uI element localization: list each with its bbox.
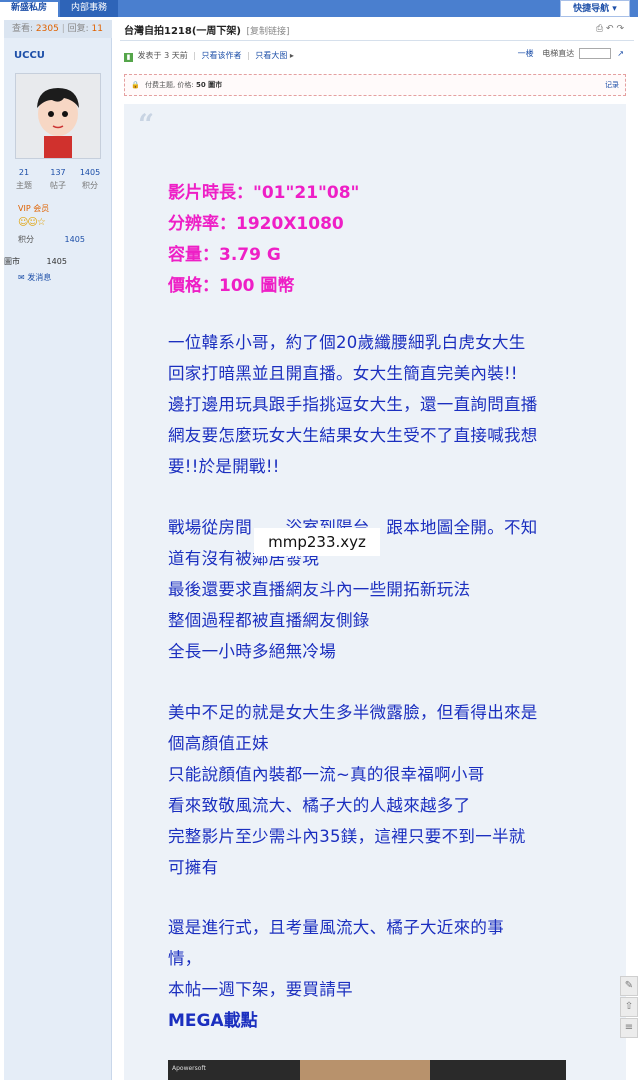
- watermark-label: mmp233.xyz: [254, 528, 380, 556]
- paid-topic-amount: 50 圖市: [196, 81, 223, 89]
- replies-count: 11: [91, 24, 103, 34]
- back-to-top-icon[interactable]: ⇧: [620, 997, 638, 1017]
- body-line: 要!!於是開戰!!: [168, 457, 280, 476]
- replies-label: 回复:: [67, 24, 89, 34]
- send-message-link[interactable]: ✉ 发消息: [18, 272, 51, 283]
- body-line: 網友要怎麼玩女大生結果女大生受不了直接喊我想: [168, 426, 538, 445]
- thread-title: 台灣自拍1218(一周下架) [复制链接]: [124, 22, 290, 37]
- floor-jump: 一楼 电梯直达 ↗: [518, 48, 624, 59]
- quick-nav-button[interactable]: 快捷导航 ▾: [560, 0, 630, 17]
- lock-icon: 🔒: [131, 81, 140, 89]
- post-time: 发表于 3 天前: [137, 51, 188, 60]
- purchase-record-link[interactable]: 记录: [605, 75, 619, 95]
- copy-link-button[interactable]: [复制链接]: [246, 27, 289, 37]
- stats-separator: |: [61, 24, 65, 34]
- video-preview-image[interactable]: Apowersoft: [168, 1060, 566, 1080]
- info-resolution: 分辨率：1920X1080: [168, 214, 344, 234]
- online-status-icon: ▮: [124, 53, 133, 62]
- message-icon: ✉: [18, 273, 25, 282]
- next-thread-icon[interactable]: ↷: [616, 24, 624, 34]
- meta-separator: |: [247, 51, 250, 60]
- top-nav-bar: 新盛私房 内部事務 快捷导航 ▾: [0, 0, 638, 17]
- jump-label: 电梯直达: [542, 49, 575, 58]
- info-size: 容量：3.79 G: [168, 245, 281, 265]
- send-message-label: 发消息: [27, 273, 52, 282]
- arrow-right-icon: ▸: [289, 51, 294, 60]
- paid-topic-notice: 🔒 付费主题, 价格: 50 圖市 记录: [124, 74, 626, 96]
- stat-posts-value: 137: [50, 168, 66, 177]
- prev-thread-icon[interactable]: ↶: [606, 24, 614, 34]
- body-line: 還是進行式，且考量風流大、橘子大近來的事: [168, 918, 504, 937]
- coin-label: 圖市: [4, 257, 20, 266]
- stat-threads-label: 主题: [16, 181, 32, 190]
- preview-frame: [300, 1060, 430, 1080]
- quote-icon: “: [138, 108, 155, 141]
- stat-points[interactable]: 1405 积分: [76, 168, 104, 191]
- stat-threads-value: 21: [18, 168, 30, 177]
- credit-row: 积分 1405: [18, 234, 85, 245]
- info-duration: 影片時長："01"21"08": [168, 183, 360, 203]
- mega-download-link[interactable]: MEGA載點: [168, 1006, 258, 1031]
- coin-row: 圖市 1405: [4, 256, 67, 267]
- info-price: 價格：100 圖幣: [168, 276, 295, 296]
- stat-points-value: 1405: [79, 168, 101, 177]
- body-line: 只能說顏值內裝都一流~真的很幸福啊小哥: [168, 765, 485, 784]
- tab-xinsheng[interactable]: 新盛私房: [0, 0, 58, 17]
- meta-separator: |: [193, 51, 196, 60]
- thread-stats: 查看: 2305 | 回复: 11: [4, 20, 112, 38]
- thread-title-text: 台灣自拍1218(一周下架): [124, 26, 241, 37]
- body-line: 美中不足的就是女大生多半微露臉，但看得出來是: [168, 703, 538, 722]
- coin-value: 1405: [46, 257, 67, 266]
- print-icon[interactable]: ⎙: [596, 24, 603, 34]
- author-username[interactable]: UCCU: [14, 50, 45, 61]
- credit-value: 1405: [64, 235, 85, 244]
- tab-internal[interactable]: 内部事務: [60, 0, 118, 17]
- only-author-link[interactable]: 只看该作者: [202, 51, 242, 60]
- only-big-images-link[interactable]: 只看大图: [255, 51, 287, 60]
- floor-label[interactable]: 一楼: [518, 49, 534, 58]
- list-icon[interactable]: ≡: [620, 1018, 638, 1038]
- body-line: 看來致敬風流大、橘子大的人越來越多了: [168, 796, 471, 815]
- jump-input[interactable]: [578, 48, 611, 59]
- stat-threads[interactable]: 21 主题: [10, 168, 38, 191]
- avatar[interactable]: [15, 73, 101, 159]
- body-line: 一位韓系小哥，約了個20歲纖腰細乳白虎女大生: [168, 333, 526, 352]
- preview-chip: Apowersoft: [172, 1065, 206, 1072]
- body-line: 最後還要求直播網友斗內一些開拓新玩法: [168, 580, 471, 599]
- stat-posts[interactable]: 137 帖子: [44, 168, 72, 191]
- avatar-image: [16, 74, 100, 158]
- credit-label: 积分: [18, 235, 34, 244]
- post-meta: ▮ 发表于 3 天前 | 只看该作者 | 只看大图 ▸: [124, 50, 294, 62]
- body-line: 全長一小時多絕無冷場: [168, 642, 336, 661]
- vip-badge[interactable]: VIP 会员: [18, 203, 49, 214]
- stat-posts-label: 帖子: [50, 181, 66, 190]
- body-line: 情，: [168, 949, 202, 968]
- body-line: 邊打邊用玩具跟手指挑逗女大生，還一直詢問直播: [168, 395, 538, 414]
- header-divider: [120, 40, 634, 41]
- author-sidebar: 查看: 2305 | 回复: 11 UCCU 21 主题 137 帖子 1405…: [4, 20, 112, 1080]
- body-line: 完整影片至少需斗內35鎂，這裡只要不到一半就: [168, 827, 526, 846]
- body-line: 整個過程都被直播網友側錄: [168, 611, 370, 630]
- views-label: 查看:: [12, 24, 34, 34]
- comment-icon[interactable]: ✎: [620, 976, 638, 996]
- stat-points-label: 积分: [82, 181, 98, 190]
- thread-tools: ⎙ ↶ ↷: [596, 24, 624, 34]
- body-line: 可擁有: [168, 858, 219, 877]
- body-line: 本帖一週下架，要買請早: [168, 980, 353, 999]
- body-line: 回家打暗黑並且開直播。女大生簡直完美內裝!!: [168, 364, 518, 383]
- jump-go-icon[interactable]: ↗: [617, 49, 624, 58]
- paid-topic-text: 付费主题, 价格:: [144, 81, 194, 89]
- medal-icons: ☺☺☆: [18, 217, 46, 228]
- views-count: 2305: [35, 24, 59, 34]
- body-line: 個高顏值正妹: [168, 734, 269, 753]
